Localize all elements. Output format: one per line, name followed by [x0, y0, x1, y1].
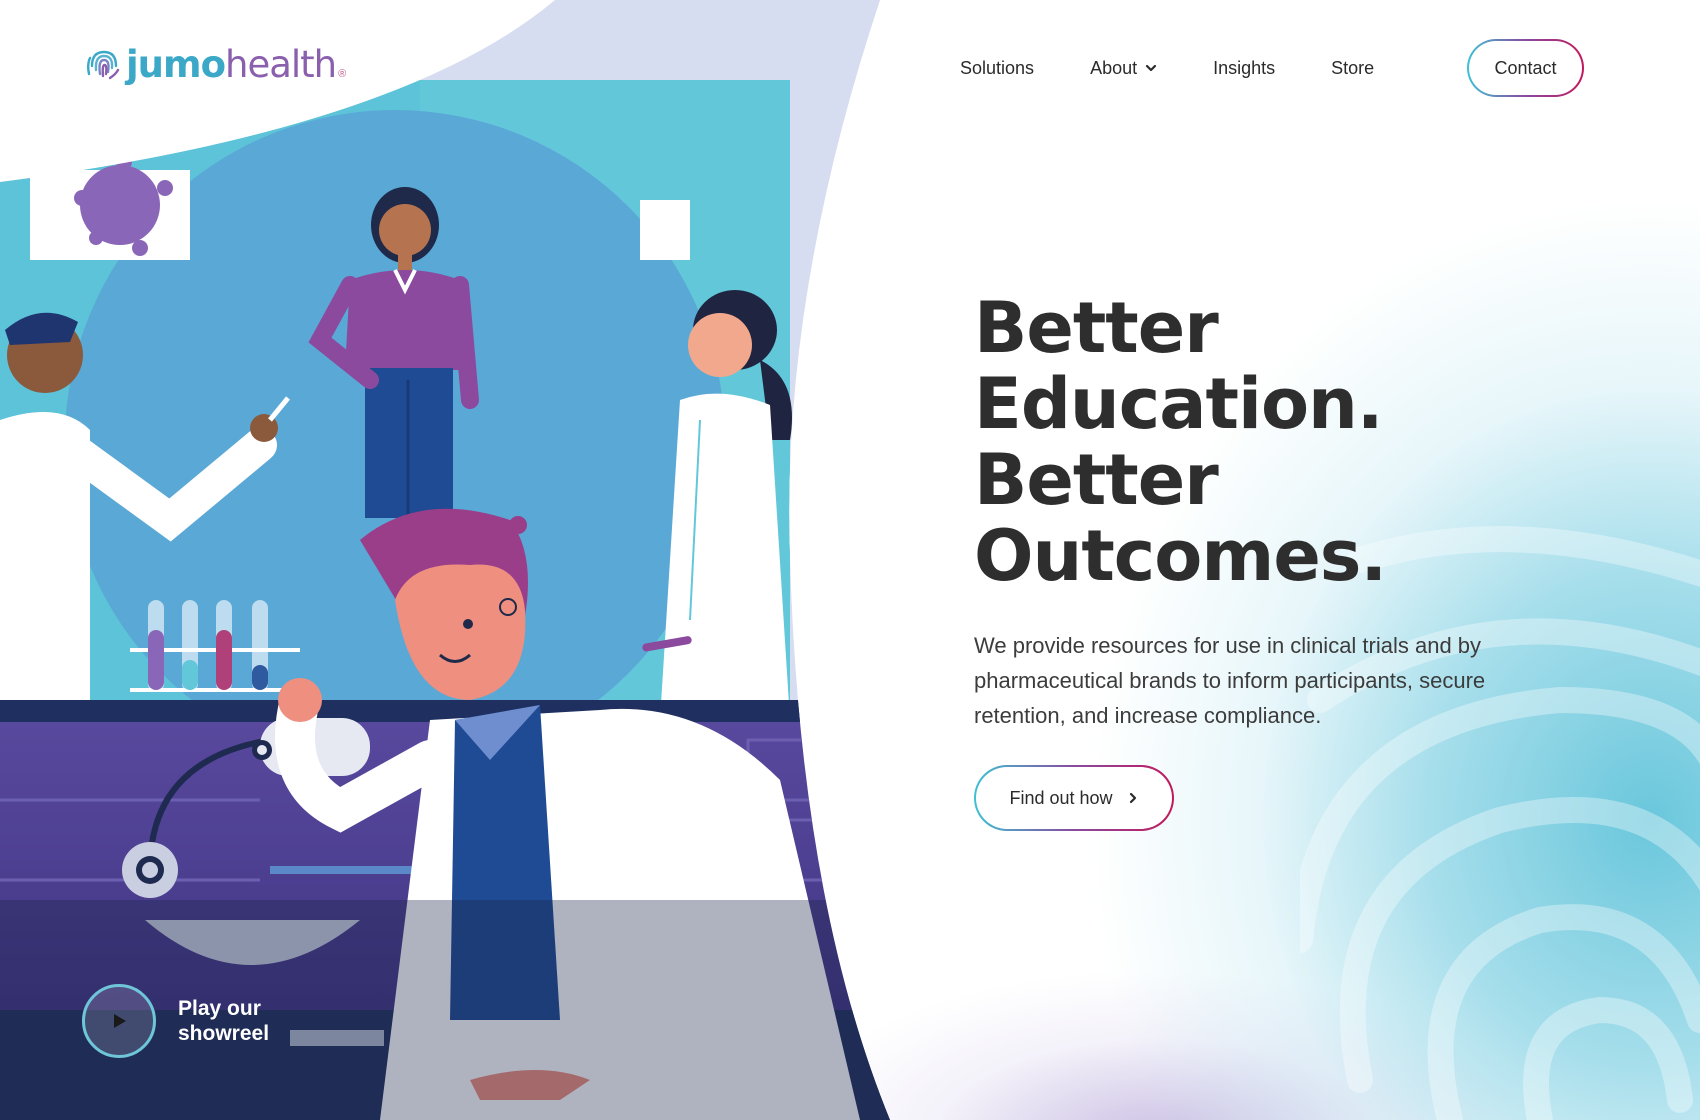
nav-item-about-label: About: [1090, 57, 1138, 78]
headline-line-1a: Better: [974, 287, 1219, 369]
headline-line-2a: Better: [974, 439, 1219, 521]
headline-line-1b: Education.: [974, 363, 1383, 445]
nav-item-solutions[interactable]: Solutions: [960, 58, 1034, 79]
showreel-line-2: showreel: [178, 1022, 270, 1045]
play-icon: [114, 1014, 126, 1028]
hero-headline: Better Education. Better Outcomes.: [974, 287, 1387, 597]
brand-name-part1: jumo: [126, 42, 226, 86]
brand-name-part2: health: [225, 42, 337, 86]
play-button[interactable]: [82, 984, 156, 1058]
fingerprint-decoration: [1300, 526, 1700, 1120]
showreel-line-1: Play our: [178, 997, 261, 1020]
chevron-right-icon: [1129, 792, 1136, 804]
headline-line-2b: Outcomes.: [974, 515, 1387, 597]
brand-wordmark: jumohealth: [126, 42, 337, 86]
showreel-label: Play our showreel: [178, 996, 288, 1046]
find-out-how-button[interactable]: Find out how: [974, 765, 1174, 831]
showreel-progress-bar: [290, 1030, 384, 1046]
nav-item-insights[interactable]: Insights: [1213, 58, 1275, 79]
find-out-how-label: Find out how: [1009, 787, 1113, 808]
showreel-player[interactable]: Play our showreel: [82, 984, 288, 1058]
brand-logo[interactable]: jumohealth ®: [86, 44, 346, 84]
hero-description: We provide resources for use in clinical…: [974, 633, 1486, 728]
nav-item-about[interactable]: About: [1090, 58, 1157, 79]
contact-button[interactable]: Contact: [1467, 39, 1584, 97]
main-nav: Solutions About Insights Store: [960, 40, 1430, 96]
registered-mark: ®: [338, 68, 347, 80]
nav-item-store[interactable]: Store: [1331, 58, 1374, 79]
hero-illustration: [0, 0, 890, 1120]
chevron-down-icon: [1146, 64, 1157, 72]
fingerprint-icon: [87, 50, 120, 80]
